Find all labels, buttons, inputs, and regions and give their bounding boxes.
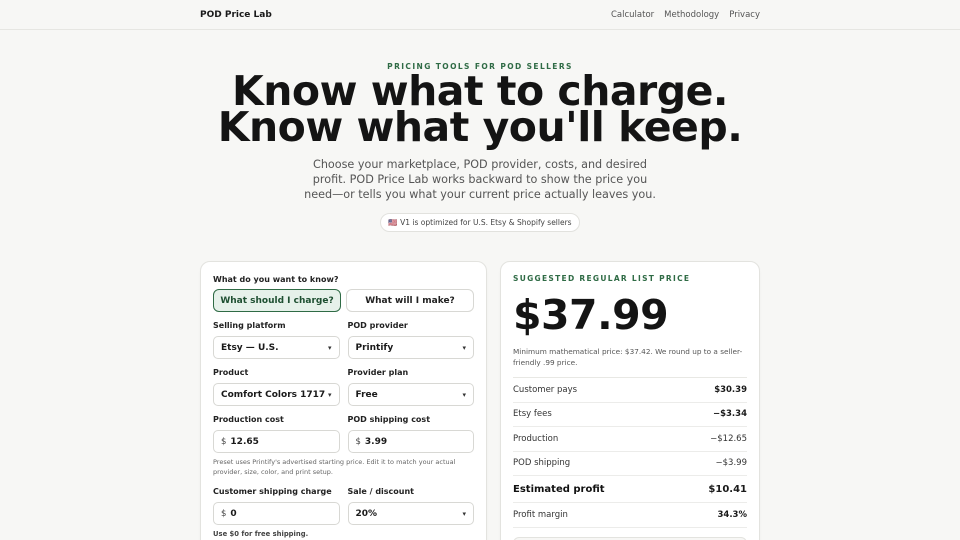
sale-discount-label: Sale / discount [347,487,415,496]
mode-what-will-i-make-button[interactable]: What will I make? [346,289,474,312]
row-label: Etsy fees [513,409,552,420]
region-badge-text: V1 is optimized for U.S. Etsy & Shopify … [400,218,572,227]
selling-platform-select[interactable]: Etsy — U.S. ▾ [213,336,340,359]
pod-provider-select[interactable]: Printify ▾ [347,336,474,359]
provider-plan-value: Free [355,389,378,400]
mode-toggle: What should I charge? What will I make? [213,289,474,312]
row-label: Production [513,433,559,444]
row-value: −$3.99 [715,458,747,469]
sale-discount-field: Sale / discount 20% ▾ [347,487,474,525]
pod-provider-label: POD provider [347,321,408,330]
pod-shipping-cost-field: POD shipping cost $ 3.99 [347,415,474,453]
product-value: Comfort Colors 1717 [221,389,326,400]
form-grid: Selling platform Etsy — U.S. ▾ POD provi… [213,321,474,462]
breakdown-row-production: Production −$12.65 [513,427,747,452]
currency-symbol: $ [221,436,227,447]
results-eyebrow: SUGGESTED REGULAR LIST PRICE [513,274,691,283]
pod-provider-field: POD provider Printify ▾ [347,321,474,359]
chevron-down-icon: ▾ [462,390,466,399]
chevron-down-icon: ▾ [327,343,332,352]
preset-hint: Preset uses Printify's advertised starti… [213,458,456,476]
sale-discount-value: 20% [355,508,378,519]
nav-links: Calculator Methodology Privacy [611,10,760,20]
customer-shipping-input[interactable]: $ 0 [213,502,340,525]
top-nav: POD Price Lab Calculator Methodology Pri… [0,0,960,30]
hero-section: PRICING TOOLS FOR POD SELLERS Know what … [0,62,960,232]
mode-what-should-i-charge-button[interactable]: What should I charge? [213,289,341,312]
product-label: Product [213,368,249,377]
chevron-down-icon: ▾ [462,343,466,352]
breakdown-row-pod-shipping: POD shipping −$3.99 [513,452,747,476]
suggested-price: $37.99 [513,291,669,339]
provider-plan-field: Provider plan Free ▾ [347,368,474,406]
production-cost-field: Production cost $ 12.65 [213,415,340,453]
nav-link-privacy[interactable]: Privacy [729,10,760,20]
breakdown-row-estimated-profit: Estimated profit $10.41 [513,476,747,503]
currency-symbol: $ [221,508,227,519]
selling-platform-field: Selling platform Etsy — U.S. ▾ [213,321,340,359]
breakdown-row-profit-margin: Profit margin 34.3% [513,503,747,528]
results-card: SUGGESTED REGULAR LIST PRICE $37.99 Mini… [500,261,760,540]
row-value: 34.3% [717,509,748,520]
row-label: Customer pays [513,384,578,395]
hero-headline: Know what to charge. Know what you'll ke… [0,71,960,151]
chevron-down-icon: ▾ [462,509,466,518]
breakdown-table: Customer pays $30.39 Etsy fees −$3.34 Pr… [513,377,747,528]
row-label: Profit margin [513,509,568,520]
selling-platform-label: Selling platform [213,321,286,330]
production-cost-value: 12.65 [230,436,259,447]
customer-shipping-value: 0 [230,508,237,519]
form-grid-lower: Customer shipping charge $ 0 Sale / disc… [213,487,474,534]
row-value: −$12.65 [710,433,747,444]
mode-question: What do you want to know? [213,275,339,284]
results-footer-box [513,536,747,540]
shipping-hint: Use $0 for free shipping. [213,530,309,538]
breakdown-row-customer-pays: Customer pays $30.39 [513,378,747,403]
production-cost-label: Production cost [213,415,284,424]
sale-discount-select[interactable]: 20% ▾ [347,502,474,525]
currency-symbol: $ [355,436,361,447]
row-value: $10.41 [708,483,747,495]
product-select[interactable]: Comfort Colors 1717 ▾ [213,383,340,406]
provider-plan-label: Provider plan [347,368,409,377]
nav-link-calculator[interactable]: Calculator [611,10,654,20]
nav-link-methodology[interactable]: Methodology [664,10,719,20]
region-badge: 🇺🇸 V1 is optimized for U.S. Etsy & Shopi… [380,213,580,232]
calculator-form-card: What do you want to know? What should I … [200,261,487,540]
row-value: $30.39 [714,384,747,395]
customer-shipping-field: Customer shipping charge $ 0 [213,487,340,525]
pod-shipping-cost-label: POD shipping cost [347,415,431,424]
customer-shipping-label: Customer shipping charge [213,487,332,496]
row-label: POD shipping [513,458,571,469]
production-cost-input[interactable]: $ 12.65 [213,430,340,453]
pod-provider-value: Printify [355,342,394,353]
breakdown-row-etsy-fees: Etsy fees −$3.34 [513,403,747,427]
headline-line-2: Know what you'll keep. [217,103,743,151]
row-label: Estimated profit [513,483,605,495]
us-flag-icon: 🇺🇸 [388,218,398,227]
pod-shipping-cost-value: 3.99 [364,436,388,447]
selling-platform-value: Etsy — U.S. [221,342,279,353]
row-value: −$3.34 [712,409,747,420]
product-field: Product Comfort Colors 1717 ▾ [213,368,340,406]
rounding-note: Minimum mathematical price: $37.42. We r… [513,347,743,367]
chevron-down-icon: ▾ [327,390,332,399]
hero-subtext: Choose your marketplace, POD provider, c… [304,158,656,201]
brand-logo-link[interactable]: POD Price Lab [200,10,272,20]
pod-shipping-cost-input[interactable]: $ 3.99 [347,430,474,453]
provider-plan-select[interactable]: Free ▾ [347,383,474,406]
